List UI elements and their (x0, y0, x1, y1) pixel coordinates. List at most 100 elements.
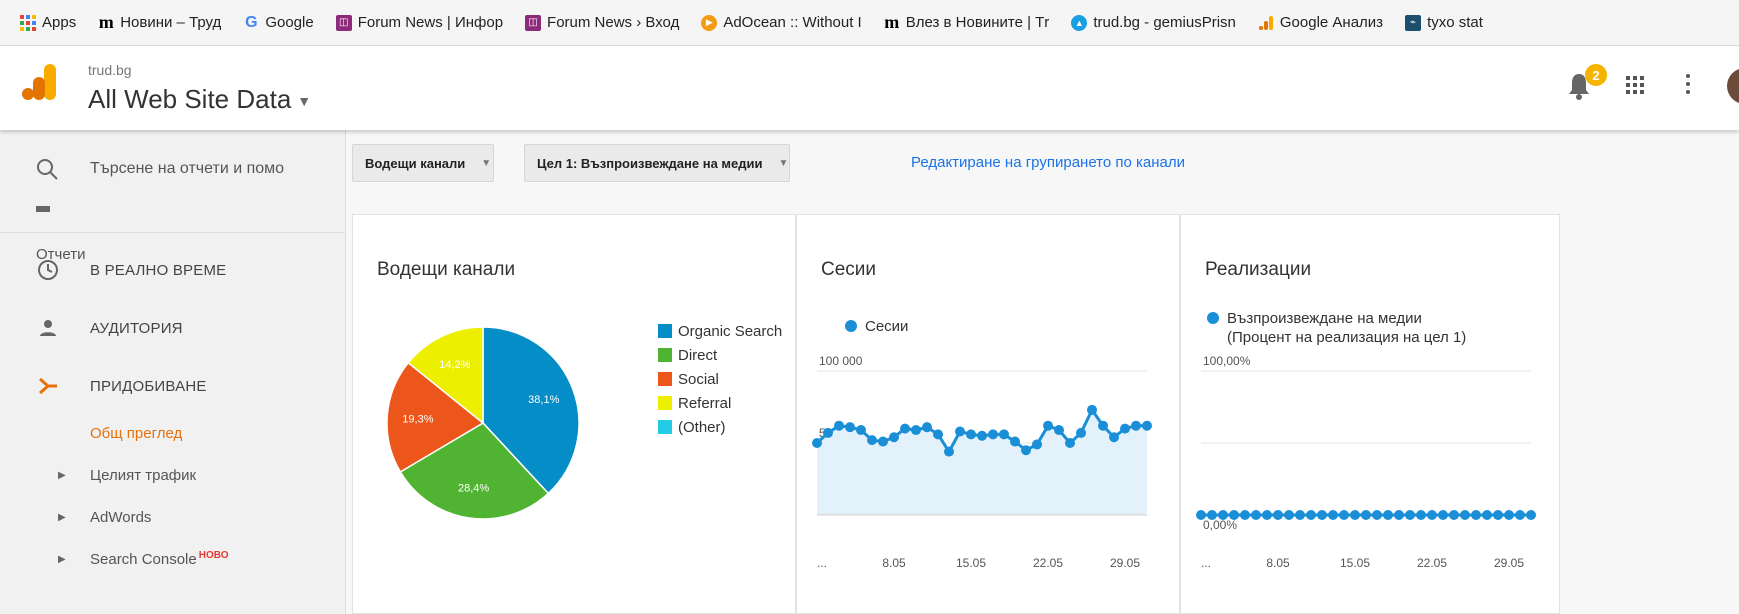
data-point[interactable] (1416, 510, 1426, 520)
bookmark-label: Apps (42, 14, 77, 31)
notification-badge[interactable]: 2 (1585, 64, 1607, 86)
data-point[interactable] (1284, 510, 1294, 520)
bookmark-google-analytics[interactable]: Google Анализ (1258, 14, 1383, 31)
edit-channel-grouping-link[interactable]: Редактиране на групирането по канали (911, 154, 1185, 171)
data-point[interactable] (911, 425, 921, 436)
sidebar-item-realtime[interactable]: В РЕАЛНО ВРЕМЕ (0, 248, 345, 292)
data-point[interactable] (1043, 420, 1053, 431)
sidebar-item-acquisition[interactable]: ПРИДОБИВАНЕ (0, 364, 345, 408)
data-point[interactable] (1207, 510, 1217, 520)
sidebar-item-audience[interactable]: АУДИТОРИЯ (0, 306, 345, 350)
data-point[interactable] (1504, 510, 1514, 520)
data-point[interactable] (1328, 510, 1338, 520)
data-point[interactable] (933, 429, 943, 440)
more-vert-icon[interactable] (1685, 74, 1691, 94)
data-point[interactable] (1515, 510, 1525, 520)
data-point[interactable] (1526, 510, 1536, 520)
google-icon: G (245, 13, 258, 31)
adocean-icon: ▶ (701, 14, 718, 31)
data-point[interactable] (1021, 445, 1031, 456)
data-point[interactable] (1240, 510, 1250, 520)
data-point[interactable] (1273, 510, 1283, 520)
data-point[interactable] (1361, 510, 1371, 520)
bookmark-forum-news-login[interactable]: ◫ Forum News › Вход (525, 14, 679, 31)
data-point[interactable] (922, 422, 932, 433)
primary-dimension-dropdown[interactable]: Водещи канали ▼ (352, 144, 494, 182)
bookmark-forum-news-info[interactable]: ◫ Forum News | Инфор (335, 14, 503, 31)
data-point[interactable] (944, 446, 954, 457)
data-point[interactable] (845, 422, 855, 433)
data-point[interactable] (878, 436, 888, 447)
search-icon[interactable] (36, 158, 58, 180)
data-point[interactable] (1196, 510, 1206, 520)
apps-grid-icon[interactable] (1626, 76, 1644, 94)
sidebar-subitem-overview[interactable]: Общ преглед (0, 416, 345, 450)
data-point[interactable] (1098, 420, 1108, 431)
avatar[interactable] (1727, 68, 1739, 104)
data-point[interactable] (1087, 404, 1097, 415)
data-point[interactable] (1427, 510, 1437, 520)
data-point[interactable] (823, 427, 833, 438)
data-point[interactable] (856, 425, 866, 436)
data-point[interactable] (966, 429, 976, 440)
legend-label: (Other) (678, 418, 726, 436)
data-point[interactable] (1383, 510, 1393, 520)
data-point[interactable] (1054, 425, 1064, 436)
caret-down-icon: ▼ (778, 157, 789, 169)
bookmark-label: Forum News › Вход (547, 14, 680, 31)
sidebar-subitem-all-traffic[interactable]: ▶ Целият трафик (0, 458, 345, 492)
data-point[interactable] (834, 420, 844, 431)
data-point[interactable] (1076, 427, 1086, 438)
data-point[interactable] (1405, 510, 1415, 520)
data-point[interactable] (1339, 510, 1349, 520)
sidebar-subitem-search-console[interactable]: ▶ Search Console НОВО (0, 542, 345, 576)
bookmark-apps[interactable]: Apps (20, 14, 76, 31)
data-point[interactable] (889, 432, 899, 443)
bookmark-trud-news[interactable]: m Новини – Труд (98, 12, 222, 32)
data-point[interactable] (1317, 510, 1327, 520)
data-point[interactable] (1262, 510, 1272, 520)
data-point[interactable] (1306, 510, 1316, 520)
data-point[interactable] (1032, 439, 1042, 450)
data-point[interactable] (999, 429, 1009, 440)
data-point[interactable] (1460, 510, 1470, 520)
data-point[interactable] (1251, 510, 1261, 520)
m-logo-icon: m (884, 12, 900, 32)
data-point[interactable] (1471, 510, 1481, 520)
data-point[interactable] (1438, 510, 1448, 520)
bookmark-adocean[interactable]: ▶ AdOcean :: Without I (701, 14, 862, 31)
data-point[interactable] (1010, 436, 1020, 447)
data-point[interactable] (900, 423, 910, 434)
bookmark-label: Новини – Труд (120, 14, 222, 31)
data-point[interactable] (1482, 510, 1492, 520)
bookmark-gemius[interactable]: ▲ trud.bg - gemiusPrisn (1071, 14, 1236, 31)
data-point[interactable] (1493, 510, 1503, 520)
data-point[interactable] (1295, 510, 1305, 520)
data-point[interactable] (1229, 510, 1239, 520)
data-point[interactable] (812, 438, 822, 448)
bookmark-tyxo[interactable]: ⌁ tyxo stat (1405, 14, 1483, 31)
bookmark-google[interactable]: G Google (243, 13, 314, 32)
google-analytics-logo-icon[interactable] (22, 64, 56, 100)
data-point[interactable] (1394, 510, 1404, 520)
data-point[interactable] (1350, 510, 1360, 520)
bookmark-login-news[interactable]: m Влез в Новините | Тr (884, 12, 1049, 32)
search-input[interactable]: Търсене на отчети и помо (90, 160, 284, 178)
data-point[interactable] (1109, 432, 1119, 443)
data-point[interactable] (977, 430, 987, 441)
data-point[interactable] (955, 426, 965, 437)
data-point[interactable] (1142, 420, 1152, 431)
property-selector[interactable]: All Web Site Data ▼ (88, 84, 311, 115)
data-point[interactable] (1065, 438, 1075, 448)
data-point[interactable] (1120, 423, 1130, 434)
account-name: trud.bg (88, 62, 132, 78)
data-point[interactable] (1131, 420, 1141, 431)
data-point[interactable] (988, 429, 998, 440)
data-point[interactable] (1372, 510, 1382, 520)
data-point[interactable] (867, 435, 877, 446)
data-point[interactable] (1218, 510, 1228, 520)
goal-dropdown[interactable]: Цел 1: Възпроизвеждане на медии ▼ (524, 144, 790, 182)
sidebar-subitem-adwords[interactable]: ▶ AdWords (0, 500, 345, 534)
data-point[interactable] (1449, 510, 1459, 520)
collapsed-item-icon (36, 206, 50, 212)
